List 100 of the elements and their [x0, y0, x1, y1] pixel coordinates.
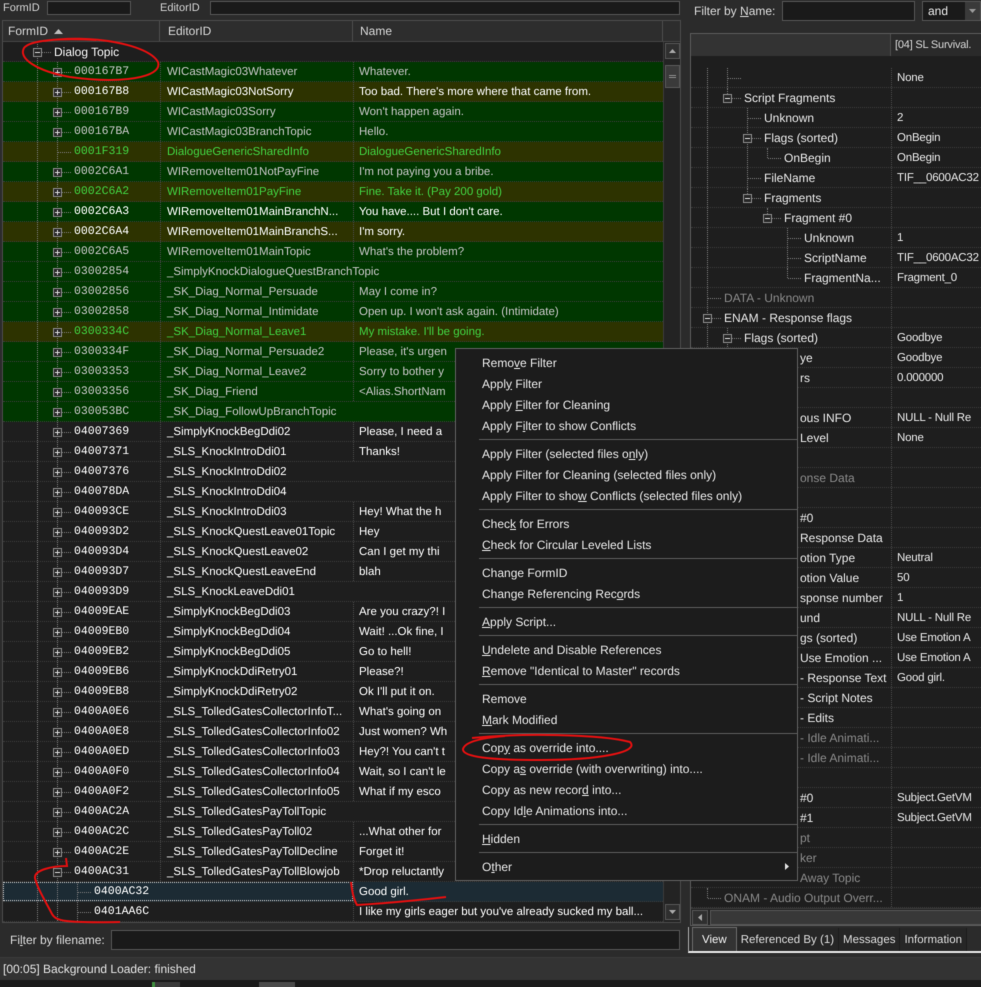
field-label: pt	[800, 830, 810, 844]
editor-id: WIRemoveItem01MainTopic	[167, 244, 311, 258]
field-value: Goodbye	[897, 330, 942, 344]
record-name: Whatever.	[359, 64, 411, 78]
field-value: Subject.GetVM	[897, 790, 972, 804]
field-label: Flags (sorted)	[744, 330, 818, 344]
form-id: 0002C6A3	[74, 204, 130, 218]
field-value: 50	[897, 570, 910, 584]
form-id: 040093D7	[74, 564, 130, 578]
record-name: blah	[359, 564, 381, 578]
status-text: [00:05] Background Loader: finished	[3, 962, 196, 976]
field-label: #0	[800, 510, 814, 524]
editor-id: _SK_Diag_Friend	[167, 384, 258, 398]
form-id: 0400A0E8	[74, 724, 130, 738]
editor-id: WIRemoveItem01PayFine	[167, 184, 302, 198]
filter-label: Filter by filename:	[10, 933, 106, 947]
field-label: #1	[800, 810, 814, 824]
editor-id: _SimplyKnockDdiRetry02	[167, 684, 298, 698]
form-id: 0400AC2A	[74, 804, 130, 818]
form-id: 04009EB6	[74, 664, 130, 678]
record-name: Hey! What the h	[359, 504, 442, 518]
record-name: Hey?! You can't t	[359, 744, 445, 758]
editor-id: _SLS_KnockQuestLeave02	[167, 544, 308, 558]
editor-id: _SK_Diag_Normal_Persuade2	[167, 344, 324, 358]
editor-id: _SK_Diag_Normal_Leave1	[167, 324, 306, 338]
field-label: ker	[800, 850, 817, 864]
field-label: otion Value	[800, 570, 860, 584]
record-name: Please, I need a	[359, 424, 442, 438]
form-id: 04009EB0	[74, 624, 130, 638]
field-value: None	[897, 70, 924, 84]
form-id: 000167B8	[74, 84, 130, 98]
field-label: otion Type	[800, 550, 856, 564]
editor-id: DialogueGenericSharedInfo	[167, 144, 309, 158]
field-value: OnBegin	[897, 130, 940, 144]
field-value: TIF__0600AC32	[897, 170, 979, 184]
field-label: Script Fragments	[744, 90, 836, 104]
form-id: 0002C6A4	[74, 224, 130, 238]
form-id: 04007369	[74, 424, 130, 438]
editor-id: WICastMagic03NotSorry	[167, 84, 294, 98]
form-id: 040078DA	[74, 484, 130, 498]
record-name: Hello.	[359, 124, 388, 138]
record-name: I like my girls eager but you've already sucked my ball...	[359, 904, 644, 918]
field-label: rs	[800, 370, 810, 384]
form-id: 040093D2	[74, 524, 130, 538]
field-label: onse Data	[800, 470, 855, 484]
editor-id: _SLS_TolledGatesPayTollTopic	[167, 804, 326, 818]
record-name: Wait, so I can't le	[359, 764, 446, 778]
field-value: Use Emotion A	[897, 630, 970, 644]
record-name: Open up. I won't ask again. (Intimidate)	[359, 304, 559, 318]
field-label: #0	[800, 790, 814, 804]
field-value: NULL - Null Re	[897, 610, 972, 624]
field-value: 2	[897, 110, 904, 124]
editor-id: _SimplyKnockBegDdi04	[167, 624, 290, 638]
form-id: 0001F319	[74, 144, 130, 158]
field-label: Away Topic	[800, 870, 860, 884]
editor-id: _SLS_TolledGatesPayTollBlowjob	[167, 864, 340, 878]
field-label: FragmentNa...	[804, 270, 881, 284]
field-label: FileName	[764, 170, 816, 184]
editor-id: WIRemoveItem01MainBranchN...	[167, 204, 338, 218]
field-label: Flags (sorted)	[764, 130, 838, 144]
field-value: Goodbye	[897, 350, 942, 364]
field-label: Fragment #0	[784, 210, 852, 224]
editor-id: WIRemoveItem01NotPayFine	[167, 164, 320, 178]
field-label: - Edits	[800, 710, 834, 724]
form-id: 04007376	[74, 464, 130, 478]
form-id: 0400AC2E	[74, 844, 130, 858]
form-id: 03002854	[74, 264, 130, 278]
form-id: 0002C6A5	[74, 244, 130, 258]
field-label: - Script Notes	[800, 690, 873, 704]
form-id: 0401AA6C	[94, 904, 150, 918]
editor-id: WICastMagic03Sorry	[167, 104, 276, 118]
field-label: gs (sorted)	[800, 630, 858, 644]
field-label: ONAM - Audio Output Overr...	[724, 890, 883, 904]
editor-id: WICastMagic03Whatever	[167, 64, 298, 78]
form-id: 0400A0E6	[74, 704, 130, 718]
record-name: ...What other for	[359, 824, 442, 838]
record-name: Go to hell!	[359, 644, 412, 658]
record-name: What's the problem?	[359, 244, 464, 258]
field-label: - Response Text	[800, 670, 886, 684]
field-label: ous INFO	[800, 410, 852, 424]
form-id: 000167B7	[74, 64, 130, 78]
editor-id: _SLS_KnockIntroDdi03	[167, 504, 287, 518]
editor-id: _SLS_KnockIntroDdi01	[167, 444, 287, 458]
editor-id: _SLS_KnockLeaveDdi01	[167, 584, 295, 598]
field-label: sponse number	[800, 590, 883, 604]
field-label: ScriptName	[804, 250, 867, 264]
editor-id: _SimplyKnockDdiRetry01	[167, 664, 298, 678]
field-value: 1	[897, 590, 904, 604]
field-value: 1	[897, 230, 904, 244]
field-value: Fragment_0	[897, 270, 958, 284]
editor-id: _SimplyKnockBegDdi03	[167, 604, 290, 618]
editor-id: WIRemoveItem01MainBranchS...	[167, 224, 338, 238]
editor-id: _SLS_KnockQuestLeave01Topic	[167, 524, 336, 538]
record-name: Fine. Take it. (Pay 200 gold)	[359, 184, 502, 198]
record-name: What's going on	[359, 704, 442, 718]
editor-id: _SLS_TolledGatesCollectorInfo04	[167, 764, 340, 778]
form-id: 040093D9	[74, 584, 130, 598]
field-value: NULL - Null Re	[897, 410, 972, 424]
editor-id: _SK_Diag_Normal_Persuade	[167, 284, 318, 298]
form-id: 03003356	[74, 384, 130, 398]
